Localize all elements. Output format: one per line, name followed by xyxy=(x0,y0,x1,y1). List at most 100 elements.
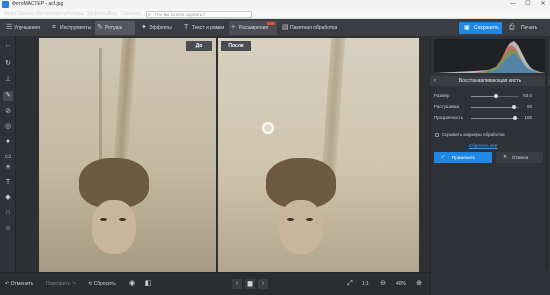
maximize-button[interactable]: ☐ xyxy=(521,0,535,9)
eye-shape xyxy=(287,218,294,221)
target-icon[interactable]: ◎ xyxy=(3,122,13,132)
back-arrow-icon[interactable]: ← xyxy=(3,41,13,51)
apply-label: Применить xyxy=(452,155,476,160)
tab-batch[interactable]: ▤ Пакетная обработка xyxy=(280,21,338,35)
batch-icon: ▤ xyxy=(282,24,289,31)
next-image-button[interactable]: › xyxy=(258,279,268,289)
tab-text-frames[interactable]: T Текст и рамки xyxy=(182,21,228,35)
feather-label: Растушевка xyxy=(434,104,460,109)
brightness-icon[interactable]: ☀ xyxy=(3,163,13,173)
size-label: Размер xyxy=(434,93,450,98)
reset-all-link[interactable]: Сбросить все xyxy=(469,143,497,149)
panel-header: ‹ Восстанавливающая кисть xyxy=(430,76,550,86)
redo-button[interactable]: Повторить ↷ xyxy=(46,280,76,288)
redo-label: Повторить xyxy=(46,281,71,287)
gallery-button[interactable]: ▆ xyxy=(245,279,255,289)
eye-icon[interactable]: ◉ xyxy=(127,279,137,289)
search-icon: ⌕ xyxy=(148,12,151,18)
opacity-label: Прозрачность xyxy=(434,115,464,120)
cancel-button[interactable]: ✕ Отмена xyxy=(496,152,543,163)
close-icon: ✕ xyxy=(503,154,508,160)
brush-icon: ✎ xyxy=(97,24,103,31)
hide-markers-checkbox[interactable] xyxy=(435,133,439,137)
right-panel xyxy=(430,36,550,295)
tab-label: Инструменты xyxy=(60,25,92,31)
tab-tools[interactable]: ⌗ Инструменты xyxy=(50,21,94,35)
actual-size-button[interactable]: 1:1 xyxy=(362,280,369,288)
menu-edit[interactable]: Правка xyxy=(17,11,34,17)
window-title: ФотоМАСТЕР - acf.jpg xyxy=(12,1,64,7)
back-arrow-icon[interactable]: ‹ xyxy=(434,76,436,86)
face-icon[interactable]: ☺ xyxy=(3,224,13,234)
menu-file[interactable]: Файл xyxy=(4,11,16,17)
histogram-graph xyxy=(434,41,546,73)
size-value[interactable]: 63,0 xyxy=(522,93,532,99)
text-tool-icon[interactable]: T xyxy=(3,178,13,188)
tab-extensions[interactable]: + Расширения xyxy=(229,21,277,35)
print-button[interactable]: ⎙ Печать xyxy=(507,22,545,34)
tab-label: Улучшения xyxy=(14,25,40,31)
after-label: После xyxy=(221,41,251,51)
tab-retouch[interactable]: ✎ Ретушь xyxy=(95,21,135,35)
patch-icon[interactable]: ⊘ xyxy=(3,107,13,117)
face-shape xyxy=(92,200,136,254)
eye-shape xyxy=(100,218,107,221)
text-icon: T xyxy=(184,24,189,31)
before-label: До xyxy=(186,41,212,51)
undo-button[interactable]: ↶ Отменить xyxy=(5,280,33,288)
tab-label: Ретушь xyxy=(105,25,123,31)
prev-image-button[interactable]: ‹ xyxy=(232,279,242,289)
sliders-icon: ☰ xyxy=(6,24,13,31)
stamp-icon[interactable]: ⊥ xyxy=(3,75,13,85)
frame-icon[interactable]: ▭ xyxy=(3,152,13,162)
redo-icon: ↷ xyxy=(70,281,76,287)
reset-button[interactable]: ⟲ Сбросить xyxy=(88,280,116,288)
search-input[interactable]: ⌕ Что вы хотите сделать? xyxy=(146,11,252,18)
menu-retouch[interactable]: Ретушь xyxy=(67,11,84,17)
hide-markers-label: Скрывать маркеры обработки xyxy=(442,132,505,137)
compare-icon[interactable]: ◧ xyxy=(143,279,153,289)
opacity-slider-fill xyxy=(471,118,516,119)
zoom-out-icon[interactable]: ⊖ xyxy=(378,279,388,289)
check-icon: ✓ xyxy=(441,154,446,160)
menu-view[interactable]: Вид xyxy=(108,11,117,17)
opacity-value[interactable]: 100 xyxy=(522,115,532,121)
panel-title: Восстанавливающая кисть xyxy=(458,78,522,84)
dodge-icon[interactable]: ● xyxy=(3,137,13,147)
tab-label: Эффекты xyxy=(149,25,172,31)
app-logo-icon xyxy=(2,1,9,8)
title-bar: ФотоМАСТЕР - acf.jpg xyxy=(0,0,550,9)
fill-icon[interactable]: ◆ xyxy=(3,193,13,203)
menu-help[interactable]: Справка xyxy=(121,11,141,17)
face-shape xyxy=(279,200,323,254)
healing-brush-icon[interactable]: ✎ xyxy=(3,91,13,101)
printer-icon: ⎙ xyxy=(509,24,515,31)
search-placeholder: Что вы хотите сделать? xyxy=(155,12,205,17)
rotate-icon[interactable]: ↻ xyxy=(3,59,13,69)
size-slider-fill xyxy=(471,96,497,97)
histogram xyxy=(434,39,546,73)
new-badge xyxy=(267,22,275,25)
tab-effects[interactable]: ✦ Эффекты xyxy=(139,21,179,35)
zoom-in-icon[interactable]: ⊕ xyxy=(414,279,424,289)
menu-effects[interactable]: Эффекты xyxy=(86,11,109,17)
magnet-icon[interactable]: ∩ xyxy=(3,208,13,218)
cancel-label: Отмена xyxy=(512,155,529,160)
brush-cursor xyxy=(262,122,274,134)
reset-label: Сбросить xyxy=(93,281,116,287)
save-button[interactable]: ▣ Сохранить xyxy=(459,22,502,34)
minimize-button[interactable]: — xyxy=(506,0,520,9)
tab-label: Расширения xyxy=(239,25,269,31)
panel-scrollbar[interactable] xyxy=(545,40,548,270)
crop-icon: ⌗ xyxy=(52,24,56,31)
feather-slider-fill xyxy=(471,107,515,108)
tab-label: Текст и рамки xyxy=(192,25,225,31)
close-window-button[interactable]: ✕ xyxy=(536,0,550,9)
feather-value[interactable]: 50 xyxy=(522,104,532,110)
fit-screen-icon[interactable]: ⤢ xyxy=(345,279,355,289)
menu-tools[interactable]: Инструменты xyxy=(36,11,67,17)
zoom-level: 40% xyxy=(396,281,407,287)
apply-button[interactable]: ✓ Применить xyxy=(434,152,492,163)
wand-icon: ✦ xyxy=(141,24,147,31)
tab-enhancements[interactable]: ☰ Улучшения xyxy=(4,21,48,35)
